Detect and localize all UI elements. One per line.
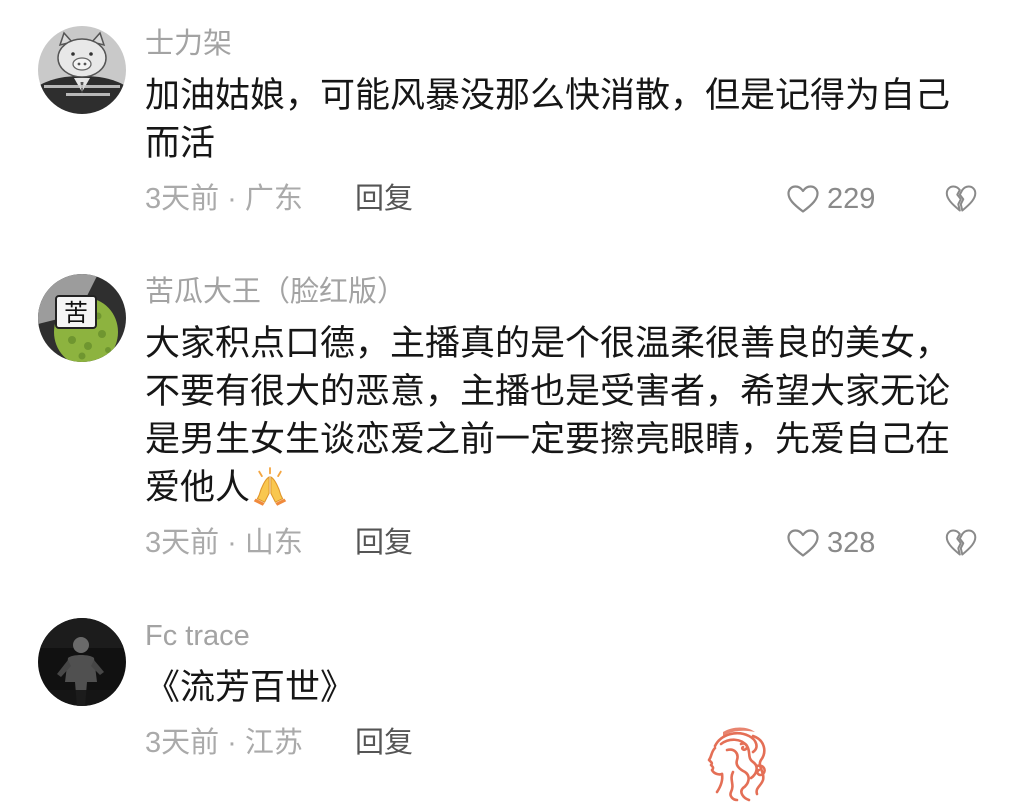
time-location: 3天前 · 江苏 bbox=[145, 727, 303, 759]
reply-button[interactable]: 回复 bbox=[355, 523, 413, 563]
broken-heart-icon bbox=[945, 185, 977, 212]
username[interactable]: Fc trace bbox=[145, 618, 995, 654]
comment-content: Fc trace 《流芳百世》 3天前 · 江苏 回复 bbox=[145, 618, 995, 763]
woman-hair-profile-logo-icon bbox=[707, 727, 766, 802]
avatar-glyph: 苦 bbox=[64, 299, 88, 327]
username[interactable]: 士力架 bbox=[145, 26, 995, 62]
dislike-button[interactable] bbox=[945, 528, 977, 558]
heart-outline-icon bbox=[787, 185, 819, 213]
reply-button[interactable]: 回复 bbox=[355, 179, 413, 219]
avatar-bitter-melon[interactable]: 苦 bbox=[38, 274, 126, 362]
broken-heart-icon bbox=[945, 529, 977, 556]
comment-content: 苦瓜大王（脸红版） 大家积点口德，主播真的是个很温柔很善良的美女，不要有很大的恶… bbox=[145, 274, 995, 563]
reply-button[interactable]: 回复 bbox=[355, 723, 413, 763]
username[interactable]: 苦瓜大王（脸红版） bbox=[145, 274, 995, 310]
folded-hands-emoji-icon bbox=[253, 467, 287, 506]
comment-meta-row: 3天前 · 山东 回复 328 bbox=[145, 523, 995, 563]
like-button[interactable]: 328 bbox=[786, 523, 875, 563]
avatar-pig-cartoon[interactable] bbox=[38, 26, 126, 114]
comment-text: 加油姑娘，可能风暴没那么快消散，但是记得为自己而活 bbox=[145, 72, 967, 168]
comment-text: 大家积点口德，主播真的是个很温柔很善良的美女，不要有很大的恶意，主播也是受害者，… bbox=[145, 320, 967, 512]
bitter-melon-avatar-image: 苦 bbox=[38, 274, 126, 362]
comment-meta-row: 3天前 · 广东 回复 229 bbox=[145, 179, 995, 219]
comment-content: 士力架 加油姑娘，可能风暴没那么快消散，但是记得为自己而活 3天前 · 广东 回… bbox=[145, 26, 995, 219]
time-location: 3天前 · 山东 bbox=[145, 527, 303, 559]
heart-outline-icon bbox=[787, 529, 819, 557]
dark-portrait-avatar-image bbox=[38, 618, 126, 706]
avatar-dark-portrait[interactable] bbox=[38, 618, 126, 706]
watermark-logo bbox=[693, 722, 775, 804]
pig-cartoon-avatar-image bbox=[38, 26, 126, 114]
comment-text-body: 《流芳百世》 bbox=[145, 668, 356, 707]
comment-meta-row: 3天前 · 江苏 回复 bbox=[145, 723, 995, 763]
dislike-button[interactable] bbox=[945, 184, 977, 214]
like-count: 328 bbox=[827, 527, 876, 559]
time-location: 3天前 · 广东 bbox=[145, 183, 303, 215]
comment-text-body: 加油姑娘，可能风暴没那么快消散，但是记得为自己而活 bbox=[145, 76, 951, 163]
comment-text: 《流芳百世》 bbox=[145, 664, 967, 712]
like-count: 229 bbox=[827, 183, 876, 215]
like-button[interactable]: 229 bbox=[786, 179, 875, 219]
